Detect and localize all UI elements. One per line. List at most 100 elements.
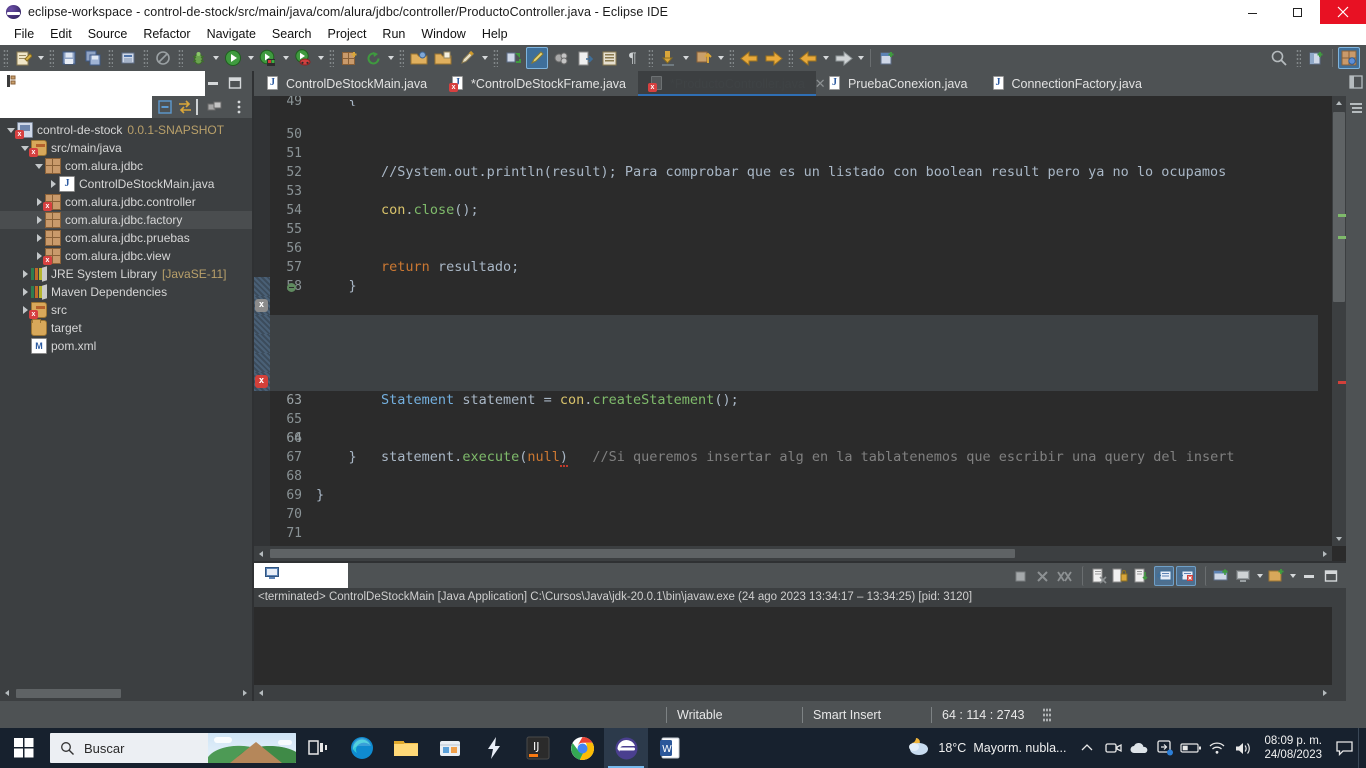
packages-icon[interactable] [206,98,224,116]
toolbar-grip-5[interactable] [178,49,183,67]
tree-item-controldestockmain[interactable]: J ControlDeStockMain.java [0,175,252,193]
tree-item-project[interactable]: x control-de-stock 0.0.1-SNAPSHOT [0,121,252,139]
store-icon[interactable] [428,728,472,768]
minimize-explorer-button[interactable] [206,76,220,90]
new-file-icon[interactable] [12,47,34,69]
run-dropdown-icon[interactable] [245,47,256,69]
toolbar-grip-7[interactable] [399,49,404,67]
tree-item-com-alura-jdbc[interactable]: com.alura.jdbc [0,157,252,175]
stop-square-icon[interactable] [1010,566,1030,586]
code-line[interactable]: 71 [254,505,1318,541]
chevron-up-icon[interactable] [1074,728,1100,768]
coverage-dropdown-icon[interactable] [315,47,326,69]
maximize-button[interactable] [1275,0,1320,24]
tree-item-factory-package[interactable]: com.alura.jdbc.factory [0,211,252,229]
clock[interactable]: 08:09 p. m. 24/08/2023 [1256,734,1330,762]
minimize-button[interactable] [1230,0,1275,24]
chevron-right-icon[interactable] [34,211,45,229]
scroll-up-arrow-icon[interactable] [1332,96,1346,110]
menu-item-help[interactable]: Help [474,24,516,45]
open-console-dropdown-icon[interactable] [1287,565,1298,587]
pencil-dropdown-icon[interactable] [479,47,490,69]
annotation-icon[interactable] [502,47,524,69]
warning-marker-icon[interactable]: x [255,299,268,312]
code-line[interactable]: 57 } [254,239,1318,294]
tree-item-maven-dependencies[interactable]: Maven Dependencies [0,283,252,301]
chevron-right-icon[interactable] [34,229,45,247]
refresh-dropdown-icon[interactable] [385,47,396,69]
menu-item-run[interactable]: Run [374,24,413,45]
tree-item-pruebas-package[interactable]: com.alura.jdbc.pruebas [0,229,252,247]
arrow-left-icon[interactable] [738,47,760,69]
remove-x-icon[interactable] [1032,566,1052,586]
code-line[interactable]: 70 [254,486,1318,522]
toolbar-grip-11[interactable] [788,49,793,67]
code-line[interactable]: 51 //System.out.println(result); Para co… [254,125,1318,180]
debug-bug-icon[interactable] [187,47,209,69]
chevron-down-icon[interactable] [34,157,45,175]
editor-tab-pruebaconexion[interactable]: J PruebaConexion.java [816,71,980,96]
chevron-right-icon[interactable] [48,175,59,193]
project-tree[interactable]: x control-de-stock 0.0.1-SNAPSHOT x src/… [0,118,252,754]
tools-icon[interactable] [550,47,572,69]
toolbar-grip-10[interactable] [729,49,734,67]
console-output[interactable] [254,607,1332,685]
menu-item-refactor[interactable]: Refactor [135,24,198,45]
weather-widget[interactable]: 18°C Mayorm. nubla... [897,735,1074,762]
stdout-icon[interactable] [1154,566,1174,586]
java-perspective-icon[interactable] [1338,47,1360,69]
lock-scroll-icon[interactable] [1110,566,1130,586]
console-horizontal-scrollbar[interactable] [254,685,1332,701]
tab-package-explorer[interactable] [0,71,205,96]
intellij-icon[interactable]: IJ [516,728,560,768]
show-output-icon[interactable] [1132,566,1152,586]
refresh-icon[interactable] [362,47,384,69]
run-play-icon[interactable] [222,47,244,69]
eclipse-icon[interactable] [604,728,648,768]
save-icon[interactable] [58,47,80,69]
code-line[interactable]: 54 [254,182,1318,218]
window-new-icon[interactable] [876,47,898,69]
share-icon[interactable] [1152,728,1178,768]
tab-console[interactable] [254,563,348,588]
scroll-right-arrow-icon[interactable] [238,685,252,701]
file-explorer-icon[interactable] [384,728,428,768]
no-entry-icon[interactable] [152,47,174,69]
stderr-icon[interactable] [1176,566,1196,586]
editor-tab-controldestockframe[interactable]: Jx *ControlDeStockFrame.java [439,71,638,96]
toolbar-grip-9[interactable] [648,49,653,67]
code-line[interactable]: 55 [254,201,1318,237]
menu-item-project[interactable]: Project [320,24,375,45]
tree-item-view-package[interactable]: x com.alura.jdbc.view [0,247,252,265]
open-console-icon[interactable] [1266,566,1286,586]
debug-dropdown-icon[interactable] [210,47,221,69]
print-icon[interactable] [117,47,139,69]
arrow-left-gray-icon[interactable] [797,47,819,69]
tree-item-src[interactable]: x src [0,301,252,319]
open-folder2-icon[interactable] [432,47,454,69]
collapse-all-icon[interactable] [156,98,174,116]
coverage-icon[interactable] [292,47,314,69]
show-desktop-button[interactable] [1358,728,1364,768]
scrollbar-thumb[interactable] [16,688,121,698]
edge-icon[interactable] [340,728,384,768]
scrollbar-thumb[interactable] [270,549,1015,558]
close-button[interactable] [1320,0,1366,24]
code-line[interactable]: 61 [254,315,1318,370]
menu-item-file[interactable]: File [6,24,42,45]
outline-strip-icon[interactable] [1346,97,1366,119]
toolbar-grip-8[interactable] [493,49,498,67]
editor-vertical-scrollbar[interactable] [1332,96,1346,546]
toolbar-grip-6[interactable] [329,49,334,67]
open-folder-icon[interactable] [408,47,430,69]
notification-icon[interactable] [1330,728,1358,768]
explorer-horizontal-scrollbar[interactable] [0,685,252,701]
editor-tab-controldestockmain[interactable]: J ControlDeStockMain.java [254,71,439,96]
pin-console-icon[interactable] [1205,566,1231,586]
scrollbar-thumb[interactable] [1333,112,1345,302]
word-icon[interactable]: W [648,728,692,768]
arrow-right-gray-icon[interactable] [832,47,854,69]
code-line[interactable]: 53 con.close(); [254,163,1318,218]
scroll-left-arrow-icon[interactable] [254,685,268,701]
console-vertical-scrollbar[interactable] [1332,607,1346,685]
